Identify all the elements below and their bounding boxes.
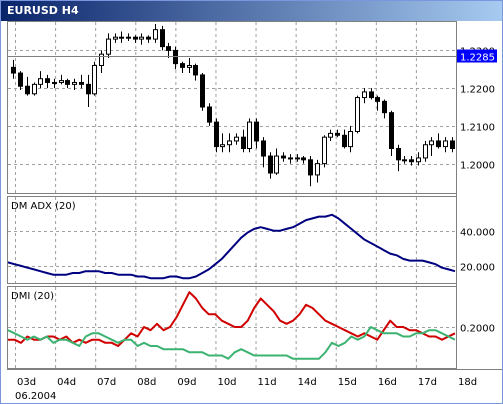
- candle-body: [200, 74, 205, 108]
- candle-body: [369, 91, 374, 99]
- candle-body: [227, 140, 232, 146]
- candle-body: [355, 97, 360, 133]
- candle-body: [348, 131, 353, 148]
- candle-body: [450, 140, 455, 149]
- candle-body: [119, 36, 124, 39]
- window-title: EURUSD H4: [7, 4, 79, 17]
- candle-body: [328, 132, 333, 138]
- candle-body: [146, 36, 151, 40]
- candle-body: [301, 157, 306, 161]
- candle-body: [335, 132, 340, 136]
- candle-body: [288, 157, 293, 160]
- current-price-label: 1.2285: [460, 53, 495, 64]
- x-tick-label: 08d: [137, 377, 156, 388]
- candle-body: [139, 36, 144, 40]
- candle-body: [443, 140, 448, 148]
- candle-body: [38, 78, 43, 85]
- candle-body: [187, 65, 192, 68]
- candle-body: [207, 106, 212, 123]
- candle-body: [362, 91, 367, 99]
- candle-body: [308, 159, 313, 176]
- candle-body: [382, 100, 387, 114]
- candle-body: [59, 80, 64, 83]
- candle-body: [126, 36, 131, 39]
- candle-body: [79, 81, 84, 85]
- candle-body: [423, 144, 428, 159]
- date-label: 06.2004: [15, 391, 56, 402]
- candle-body: [106, 38, 111, 55]
- candle-body: [254, 121, 259, 142]
- candle-body: [409, 159, 414, 163]
- candle-body: [72, 81, 77, 85]
- candle-body: [274, 155, 279, 174]
- candle-body: [396, 148, 401, 161]
- price-tick-label: 1.2100: [460, 123, 495, 134]
- candle-body: [45, 78, 50, 83]
- candle-body: [315, 163, 320, 176]
- candle-body: [160, 29, 165, 48]
- candle-body: [247, 121, 252, 150]
- price-tick-label: 1.2000: [460, 161, 495, 172]
- candle-body: [295, 157, 300, 160]
- candle-body: [193, 65, 198, 76]
- candle-body: [86, 83, 91, 95]
- candle-body: [402, 159, 407, 162]
- x-tick-label: 10d: [217, 377, 236, 388]
- candle-body: [416, 157, 421, 163]
- candle-body: [436, 140, 441, 148]
- charts-area[interactable]: 03d 04d 07d 08d 09d 10d 11d 14d 15d 16d 17d 18d 06.2…: [1, 21, 502, 403]
- candle-body: [220, 144, 225, 148]
- window-titlebar[interactable]: EURUSD H4: [1, 1, 502, 21]
- candle-body: [281, 155, 286, 159]
- x-tick-label: 14d: [298, 377, 317, 388]
- chart-window: EURUSD H4 03d 04d 07d 08d 09d 10d 11d 14d 15d 16d…: [0, 0, 503, 404]
- candle-body: [65, 80, 70, 85]
- candle-body: [268, 155, 273, 174]
- candle-body: [342, 134, 347, 148]
- x-tick-label: 09d: [177, 377, 196, 388]
- x-tick-label: 03d: [17, 377, 36, 388]
- x-tick-label: 11d: [258, 377, 277, 388]
- candle-body: [261, 140, 266, 157]
- candle-body: [166, 46, 171, 51]
- x-tick-label: 17d: [418, 377, 437, 388]
- candle-body: [429, 140, 434, 146]
- x-tick-label: 04d: [57, 377, 76, 388]
- adx-pane-title: DM ADX (20): [11, 201, 76, 212]
- indicator-tick-label: 40.000: [460, 228, 495, 239]
- indicator-tick-label: 0.2000: [460, 324, 495, 335]
- dmi-pane-title: DMI (20): [11, 291, 54, 302]
- candle-body: [234, 136, 239, 142]
- candle-body: [92, 65, 97, 95]
- candle-body: [389, 112, 394, 149]
- x-tick-label: 07d: [97, 377, 116, 388]
- pane-frame: [7, 21, 457, 194]
- indicator-tick-label: 20.000: [460, 263, 495, 274]
- x-tick-label: 15d: [338, 377, 357, 388]
- candle-body: [180, 63, 185, 68]
- x-tick-label: 18d: [458, 377, 477, 388]
- candle-body: [375, 97, 380, 102]
- price-tick-label: 1.2200: [460, 85, 495, 96]
- candle-body: [214, 121, 219, 148]
- candle-body: [32, 83, 37, 95]
- candle-body: [52, 81, 57, 84]
- x-tick-label: 16d: [378, 377, 397, 388]
- candle-body: [18, 72, 23, 87]
- candle-body: [113, 36, 118, 40]
- candle-body: [322, 136, 327, 165]
- candle-body: [173, 49, 178, 65]
- candle-body: [11, 66, 16, 74]
- candle-body: [153, 29, 158, 40]
- candle-body: [241, 136, 246, 149]
- candle-body: [99, 53, 104, 67]
- candle-body: [133, 36, 138, 40]
- candle-body: [25, 85, 30, 95]
